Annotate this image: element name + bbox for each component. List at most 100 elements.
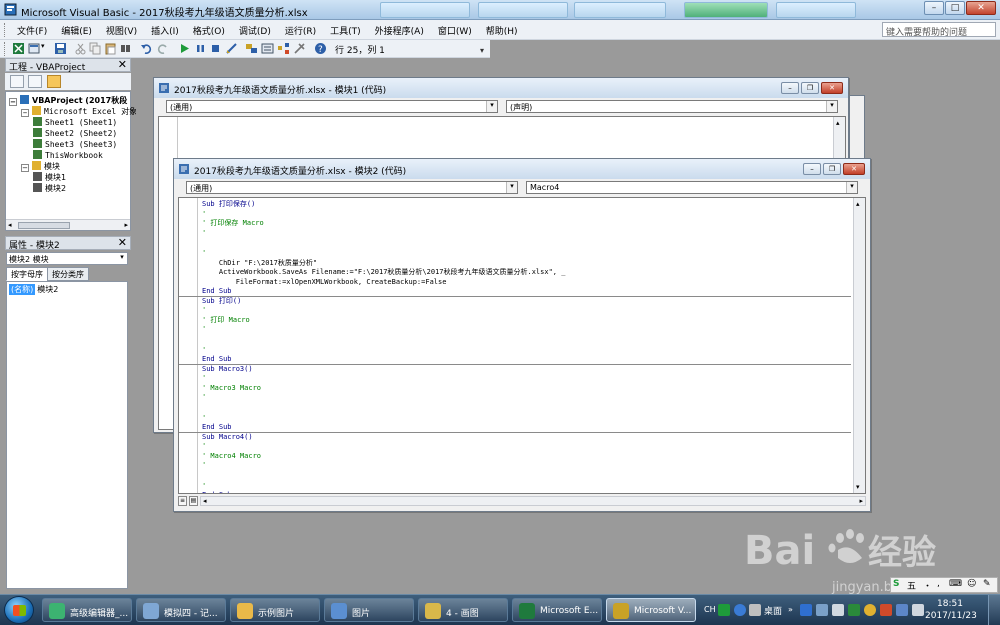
taskbar-button[interactable]: Microsoft V... (606, 598, 696, 622)
procedure-select[interactable]: Macro4 ▾ (526, 181, 858, 194)
code-line[interactable]: Sub 打印保存() (202, 199, 255, 209)
tree-expander-icon[interactable]: − (9, 98, 17, 106)
find-icon[interactable] (119, 42, 132, 55)
network-icon[interactable] (816, 604, 828, 616)
redo-icon[interactable] (156, 42, 169, 55)
code-line[interactable]: ' (202, 481, 206, 491)
restore-button[interactable]: ❐ (801, 82, 819, 94)
tree-item[interactable]: Sheet3 (Sheet3) (33, 139, 117, 149)
speaker-icon[interactable] (832, 604, 844, 616)
sogou-icon[interactable] (718, 604, 730, 616)
ime-mode-icon[interactable]: 五 (907, 579, 916, 592)
object-select[interactable]: (通用) ▾ (166, 100, 498, 113)
view-code-icon[interactable] (10, 75, 24, 88)
code-window-titlebar[interactable]: 2017秋段考九年级语文质量分析.xlsx - 模块1 (代码) – ❐ ✕ (154, 78, 848, 98)
taskbar-button[interactable]: 4 - 画图 (418, 598, 508, 622)
keyboard-icon[interactable] (749, 604, 761, 616)
code-line[interactable]: ' Macro4 Macro (202, 451, 261, 461)
code-line[interactable]: ' 打印保存 Macro (202, 218, 264, 228)
code-line[interactable]: Sub Macro3() (202, 364, 253, 374)
project-explorer-icon[interactable] (245, 42, 258, 55)
taskbar-button[interactable]: 高级编辑器_... (42, 598, 132, 622)
background-window-tab[interactable] (776, 2, 856, 18)
code-line[interactable]: End Sub (202, 422, 232, 432)
copy-icon[interactable] (89, 42, 102, 55)
procedure-select[interactable]: (声明) ▾ (506, 100, 838, 113)
taskbar-button[interactable]: 模拟四 - 记... (136, 598, 226, 622)
code-line[interactable]: End Sub (202, 354, 232, 364)
menu-item[interactable]: 视图(V) (105, 23, 138, 38)
background-window-tab[interactable] (574, 2, 666, 18)
menu-item[interactable]: 外接程序(A) (374, 23, 425, 38)
code-line[interactable]: ' (202, 345, 206, 355)
code-line[interactable]: ' (202, 373, 206, 383)
qq-icon[interactable] (800, 604, 812, 616)
ime-logo-icon[interactable]: S (893, 579, 899, 589)
maximize-button[interactable]: □ (945, 1, 965, 15)
margin-indicator-bar[interactable] (179, 198, 198, 493)
toolbox-icon[interactable] (293, 42, 306, 55)
code-line[interactable]: ' (202, 413, 206, 423)
menu-item[interactable]: 工具(T) (329, 23, 362, 38)
code-line[interactable]: ' 打印 Macro (202, 315, 250, 325)
code-line[interactable]: ' (202, 305, 206, 315)
procedure-view-button[interactable]: ≡ (178, 496, 187, 506)
background-window-tab[interactable] (478, 2, 568, 18)
close-button[interactable]: ✕ (966, 1, 996, 15)
menu-item[interactable]: 编辑(E) (60, 23, 93, 38)
code-line[interactable]: ActiveWorkbook.SaveAs Filename:="F:\2017… (202, 267, 566, 277)
minimize-button[interactable]: – (924, 1, 944, 15)
toolbar-options-icon[interactable]: ▾ (480, 46, 484, 55)
code-line[interactable]: ' (202, 441, 206, 451)
full-module-view-button[interactable]: ▤ (189, 496, 198, 506)
tree-item[interactable]: − 模块 (21, 161, 60, 172)
design-mode-icon[interactable] (225, 42, 238, 55)
ime-user-icon[interactable]: ☺ (967, 579, 976, 589)
code-line[interactable]: FileFormat:=xlOpenXMLWorkbook, CreateBac… (202, 277, 447, 287)
dropdown-arrow-icon[interactable]: ▾ (41, 42, 54, 55)
project-pane-close-button[interactable]: ✕ (118, 58, 127, 71)
taskbar-button[interactable]: 示例图片 (230, 598, 320, 622)
ime-settings-icon[interactable]: ✎ (983, 579, 991, 589)
toolbar-grip[interactable] (4, 42, 7, 56)
menu-item[interactable]: 格式(O) (192, 23, 226, 38)
help-icon[interactable]: ? (314, 42, 327, 55)
property-value[interactable]: 模块2 (35, 284, 60, 295)
help-search-input[interactable]: 键入需要帮助的问题 (882, 22, 996, 38)
code-line[interactable]: ' (202, 460, 206, 470)
excel-view-icon[interactable] (12, 42, 25, 55)
background-window-tab[interactable] (684, 2, 768, 18)
chevron-down-icon[interactable]: ▾ (846, 182, 857, 193)
properties-object-select[interactable]: 模块2 模块 ▾ (6, 252, 128, 265)
tree-item[interactable]: − Microsoft Excel 对象 (21, 106, 137, 117)
tree-expander-icon[interactable]: − (21, 109, 29, 117)
display-icon[interactable] (896, 604, 908, 616)
paste-icon[interactable] (104, 42, 117, 55)
object-browser-icon[interactable] (277, 42, 290, 55)
update-icon[interactable] (864, 604, 876, 616)
undo-icon[interactable] (140, 42, 153, 55)
desktop-toolbar[interactable]: 桌面 (764, 604, 782, 617)
ime-width-icon[interactable]: ・ (923, 579, 932, 592)
ime-punct-icon[interactable]: , (937, 579, 940, 589)
code-editor[interactable]: Sub 打印保存() ' ' 打印保存 Macro ' ' ChDir "F:\2017… (178, 197, 866, 494)
tree-expander-icon[interactable]: − (21, 164, 29, 172)
code-line[interactable]: ' Macro3 Macro (202, 383, 261, 393)
antivirus-icon[interactable] (880, 604, 892, 616)
properties-window-icon[interactable] (261, 42, 274, 55)
tab-categorized[interactable]: 按分类序 (47, 267, 89, 281)
restore-button[interactable]: ❐ (823, 163, 841, 175)
chevron-down-icon[interactable]: ▾ (117, 253, 127, 264)
view-object-icon[interactable] (28, 75, 42, 88)
code-line[interactable]: ChDir "F:\2017秋质量分析" (202, 258, 317, 268)
clock[interactable]: 18:51 2017/11/23 (925, 598, 977, 622)
code-line[interactable]: Sub 打印() (202, 296, 241, 306)
run-icon[interactable] (178, 42, 191, 55)
close-button[interactable]: ✕ (843, 163, 865, 175)
vertical-scrollbar[interactable]: ▴▾ (853, 198, 865, 493)
taskbar-button[interactable]: 图片 (324, 598, 414, 622)
toggle-folders-icon[interactable] (47, 75, 61, 88)
start-button[interactable] (4, 596, 34, 624)
code-line[interactable]: ' (202, 209, 206, 219)
chevron-down-icon[interactable]: ▾ (826, 101, 837, 112)
